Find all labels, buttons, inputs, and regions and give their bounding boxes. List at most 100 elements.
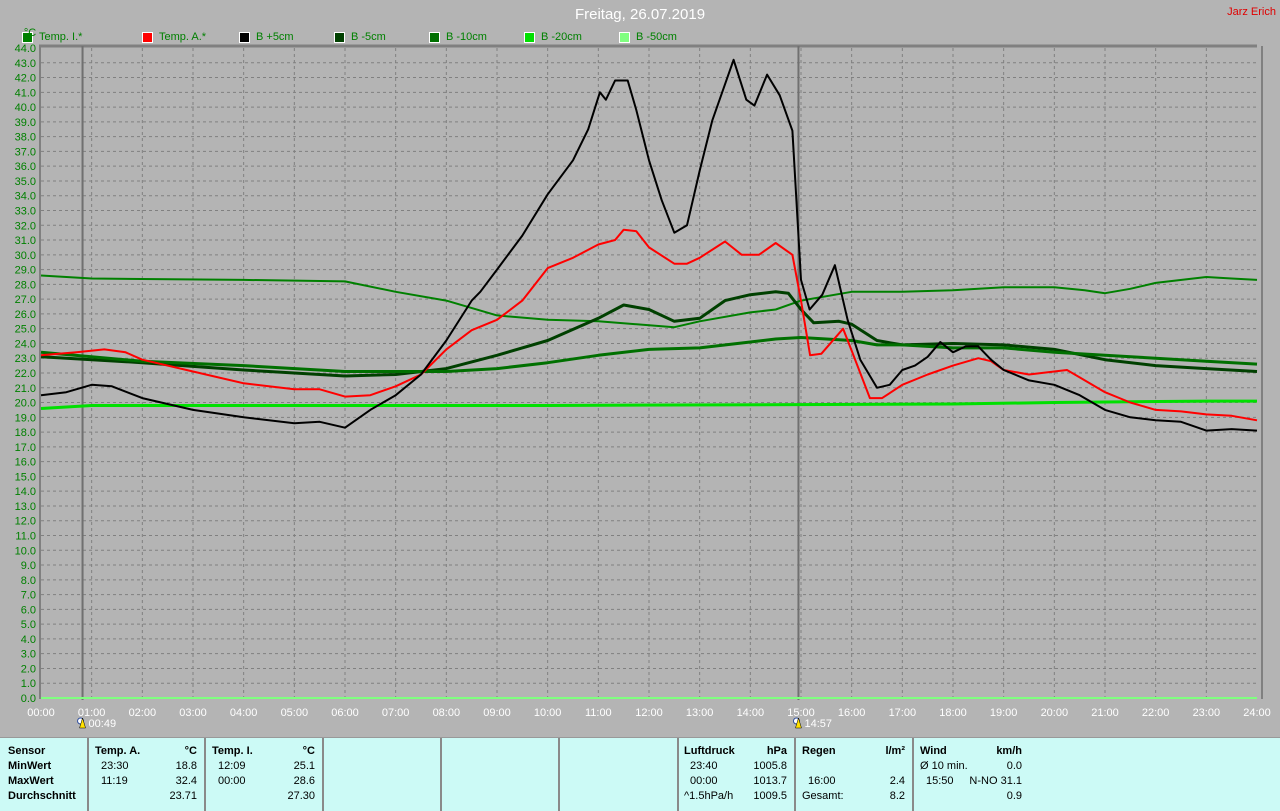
wind-max-time: 15:50	[926, 775, 954, 787]
y-tick-label: 40.0	[15, 102, 36, 114]
y-tick-label: 14.0	[15, 486, 36, 498]
marker-time-label: 00:49	[89, 718, 117, 730]
y-tick-label: 8.0	[21, 575, 36, 587]
temp-a-min: 18.8	[175, 760, 197, 772]
temp-i-unit: °C	[302, 745, 315, 757]
wind-avg10-label: Ø 10 min.	[920, 760, 968, 772]
x-tick-label: 00:00	[27, 707, 55, 719]
sunrise-icon	[77, 717, 86, 729]
marker-time-label: 14:57	[804, 718, 832, 730]
y-tick-label: 25.0	[15, 324, 36, 336]
avg-label: Durchschnitt	[8, 790, 76, 802]
x-tick-label: 18:00	[939, 707, 967, 719]
y-tick-label: 39.0	[15, 117, 36, 129]
x-tick-label: 17:00	[889, 707, 917, 719]
temp-a-min-time: 23:30	[101, 760, 129, 772]
y-tick-label: 26.0	[15, 309, 36, 321]
y-tick-label: 3.0	[21, 649, 36, 661]
pressure-unit: hPa	[766, 745, 787, 757]
rain-total-label: Gesamt:	[802, 790, 844, 802]
temp-i-header: Temp. I.	[212, 745, 253, 757]
stats-col-empty-2	[442, 738, 560, 811]
x-tick-label: 03:00	[179, 707, 207, 719]
temp-i-max: 28.6	[293, 775, 315, 787]
x-tick-label: 09:00	[483, 707, 511, 719]
temp-i-min-time: 12:09	[218, 760, 246, 772]
y-tick-label: 16.0	[15, 457, 36, 469]
temp-i-min: 25.1	[293, 760, 315, 772]
rain-total: 8.2	[889, 790, 905, 802]
temp-a-max-time: 11:19	[101, 775, 128, 787]
y-tick-label: 43.0	[15, 58, 36, 70]
y-tick-label: 1.0	[21, 678, 36, 690]
y-tick-label: 4.0	[21, 634, 36, 646]
x-tick-label: 22:00	[1142, 707, 1170, 719]
stats-col-sensor: Sensor MinWert MaxWert Durchschnitt	[0, 738, 89, 811]
y-tick-label: 32.0	[15, 220, 36, 232]
wind-header: Wind	[920, 745, 947, 757]
y-axis-unit: °C	[24, 27, 36, 39]
pressure-min: 1005.8	[753, 760, 787, 772]
temp-a-avg: 23.71	[169, 790, 197, 802]
x-tick-label: 05:00	[281, 707, 309, 719]
y-tick-label: 44.0	[15, 43, 36, 55]
pressure-header: Luftdruck	[684, 745, 735, 757]
y-tick-label: 34.0	[15, 191, 36, 203]
x-tick-label: 16:00	[838, 707, 866, 719]
x-tick-label: 02:00	[129, 707, 157, 719]
x-tick-label: 13:00	[686, 707, 714, 719]
x-tick-label: 11:00	[585, 707, 612, 719]
y-tick-label: 7.0	[21, 590, 36, 602]
x-tick-label: 21:00	[1091, 707, 1119, 719]
wind-avg: 0.9	[1006, 790, 1022, 802]
y-tick-label: 27.0	[15, 294, 36, 306]
temp-i-avg: 27.30	[287, 790, 315, 802]
y-tick-label: 2.0	[21, 663, 36, 675]
pressure-max: 1013.7	[753, 775, 787, 787]
y-tick-label: 12.0	[15, 516, 36, 528]
y-tick-label: 20.0	[15, 398, 36, 410]
temp-i-max-time: 00:00	[218, 775, 246, 787]
x-tick-label: 10:00	[534, 707, 562, 719]
stats-col-temp-a: Temp. A. °C 23:30 18.8 11:19 32.4 23.71	[89, 738, 206, 811]
y-tick-label: 30.0	[15, 250, 36, 262]
y-tick-label: 21.0	[15, 383, 36, 395]
y-tick-label: 24.0	[15, 338, 36, 350]
x-tick-label: 14:00	[737, 707, 765, 719]
y-tick-label: 31.0	[15, 235, 36, 247]
y-tick-label: 17.0	[15, 442, 36, 454]
y-tick-label: 36.0	[15, 161, 36, 173]
x-tick-label: 24:00	[1243, 707, 1271, 719]
y-tick-label: 11.0	[15, 531, 36, 543]
rain-max-time: 16:00	[808, 775, 836, 787]
sunset-icon	[792, 717, 802, 729]
y-tick-label: 5.0	[21, 619, 36, 631]
x-tick-label: 12:00	[635, 707, 663, 719]
wind-unit: km/h	[996, 745, 1022, 757]
stats-col-pressure: Luftdruck hPa 23:40 1005.8 00:00 1013.7 ^1.…	[679, 738, 796, 811]
stats-col-empty-3	[560, 738, 679, 811]
y-tick-label: 10.0	[15, 545, 36, 557]
y-tick-label: 29.0	[15, 265, 36, 277]
temp-a-unit: °C	[184, 745, 197, 757]
temp-a-header: Temp. A.	[95, 745, 141, 757]
y-tick-label: 0.0	[21, 693, 36, 705]
y-tick-label: 37.0	[15, 146, 36, 158]
pressure-avg: 1009.5	[753, 790, 787, 802]
x-tick-label: 20:00	[1041, 707, 1069, 719]
rain-unit: l/m²	[885, 745, 905, 757]
y-tick-label: 41.0	[15, 87, 36, 99]
y-tick-label: 6.0	[21, 604, 36, 616]
y-tick-label: 35.0	[15, 176, 36, 188]
x-tick-label: 07:00	[382, 707, 410, 719]
pressure-trend: ^1.5hPa/h	[684, 790, 734, 802]
stats-col-wind: Wind km/h Ø 10 min. 0.0 15:50 N-NO 31.1 0.9	[914, 738, 1032, 811]
y-tick-label: 23.0	[15, 353, 36, 365]
temp-a-max: 32.4	[175, 775, 197, 787]
y-tick-label: 38.0	[15, 132, 36, 144]
x-tick-label: 08:00	[433, 707, 461, 719]
y-tick-label: 13.0	[15, 501, 36, 513]
y-tick-label: 33.0	[15, 206, 36, 218]
wind-max: N-NO 31.1	[969, 775, 1022, 787]
statistics-panel: Sensor MinWert MaxWert Durchschnitt Temp…	[0, 737, 1280, 811]
